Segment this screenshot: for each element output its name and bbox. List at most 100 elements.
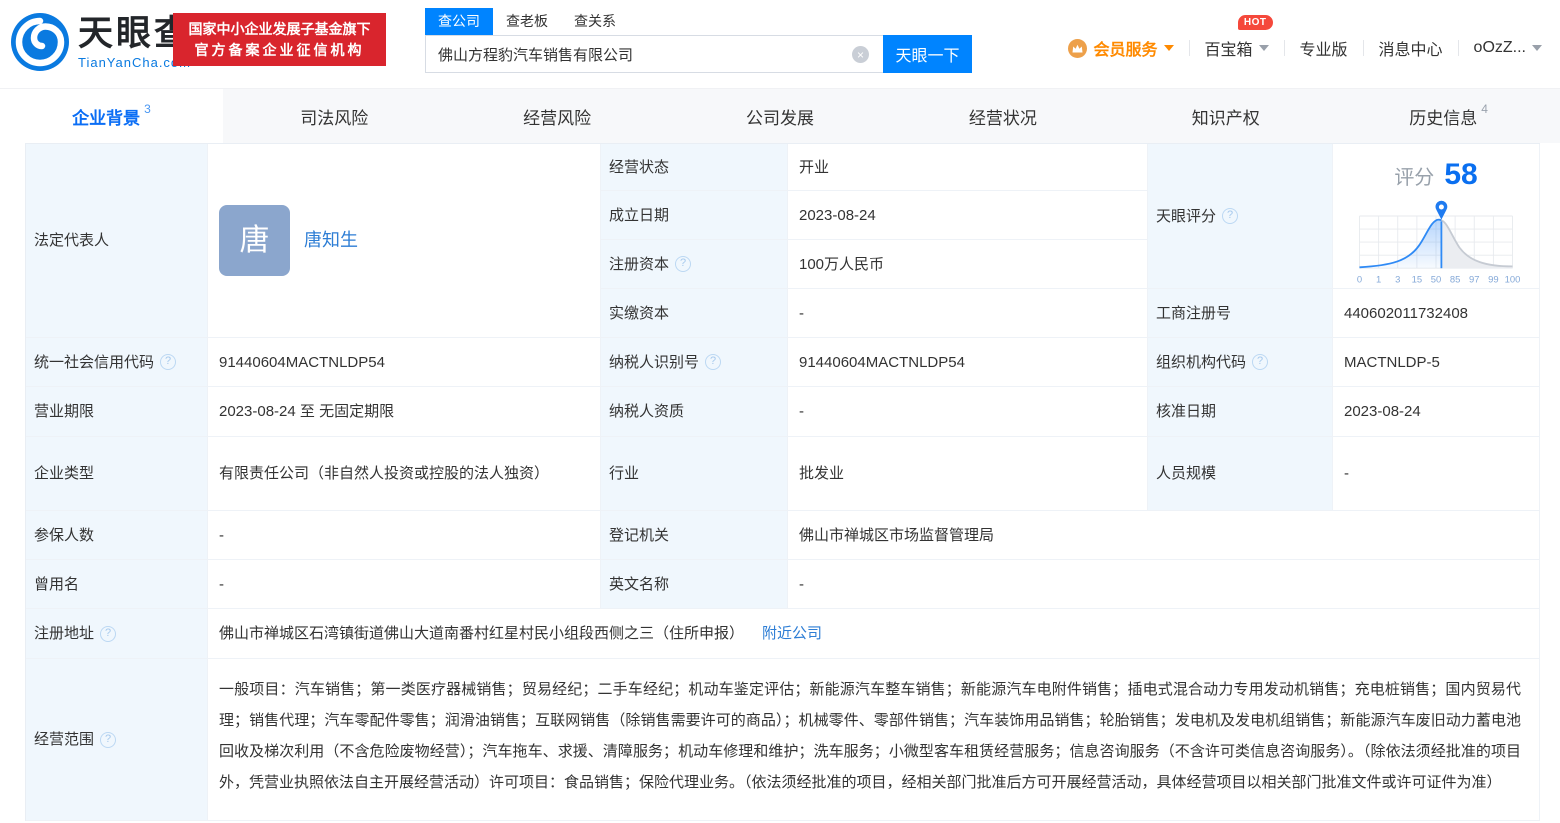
divider bbox=[1283, 40, 1285, 56]
label-company-type: 企业类型 bbox=[26, 437, 208, 511]
label-registration-number: 工商注册号 bbox=[1148, 289, 1333, 338]
value-business-term: 2023-08-24 至 无固定期限 bbox=[208, 387, 601, 437]
pro-label: 专业版 bbox=[1299, 42, 1348, 59]
label-registration-authority: 登记机关 bbox=[601, 511, 788, 560]
company-info-table: 法定代表人 唐 唐知生 经营状态 开业 成立日期 2023-08-24 注册资本… bbox=[25, 143, 1540, 821]
value-registered-capital: 100万人民币 bbox=[788, 240, 1148, 289]
value-establish-date: 2023-08-24 bbox=[788, 191, 1148, 240]
tab-history-info[interactable]: 历史信息 4 bbox=[1337, 89, 1560, 143]
username: oOzZ... bbox=[1473, 39, 1526, 56]
tab-company-background[interactable]: 企业背景 3 bbox=[0, 89, 223, 143]
tab-company-development[interactable]: 公司发展 bbox=[669, 89, 892, 143]
section-nav: 企业背景 3 司法风险 经营风险 公司发展 经营状况 知识产权 历史信息 4 bbox=[0, 88, 1560, 143]
value-insured-count: - bbox=[208, 511, 601, 560]
help-icon[interactable] bbox=[705, 354, 722, 370]
svg-text:15: 15 bbox=[1412, 275, 1423, 286]
chevron-down-icon bbox=[1532, 45, 1542, 51]
value-approval-date: 2023-08-24 bbox=[1333, 387, 1540, 437]
clear-search-icon[interactable]: × bbox=[852, 46, 869, 63]
label-business-scope: 经营范围 bbox=[26, 659, 208, 821]
vip-medal-icon bbox=[1068, 38, 1088, 58]
label-legal-representative: 法定代表人 bbox=[26, 144, 208, 338]
tab-operating-risk[interactable]: 经营风险 bbox=[446, 89, 669, 143]
value-legal-representative: 唐 唐知生 bbox=[208, 144, 601, 338]
tianyan-score-panel[interactable]: 评分 58 0 1 3 15 50 85 97 99 100 bbox=[1333, 144, 1540, 289]
nearby-companies-link[interactable]: 附近公司 bbox=[762, 623, 822, 644]
value-credit-code: 91440604MACTNLDP54 bbox=[208, 338, 601, 387]
svg-text:0: 0 bbox=[1357, 275, 1362, 286]
label-staff-size: 人员规模 bbox=[1148, 437, 1333, 511]
vip-label: 会员服务 bbox=[1093, 42, 1158, 59]
divider bbox=[1188, 40, 1190, 56]
help-icon[interactable] bbox=[1222, 208, 1239, 224]
user-account-menu[interactable]: oOzZ... bbox=[1474, 39, 1542, 57]
gov-badge-line2: 官方备案企业征信机构 bbox=[194, 41, 365, 58]
menu-toolbox[interactable]: HOT 百宝箱 bbox=[1204, 15, 1273, 60]
value-organization-code: MACTNLDP-5 bbox=[1333, 338, 1540, 387]
label-english-name: 英文名称 bbox=[601, 560, 788, 609]
hot-badge: HOT bbox=[1237, 15, 1273, 30]
value-english-name: - bbox=[788, 560, 1540, 609]
toolbox-label: 百宝箱 bbox=[1204, 42, 1253, 59]
label-organization-code: 组织机构代码 bbox=[1148, 338, 1333, 387]
score-distribution-chart: 0 1 3 15 50 85 97 99 100 bbox=[1357, 200, 1521, 286]
help-icon[interactable] bbox=[675, 256, 692, 272]
search-tab-relation[interactable]: 查关系 bbox=[561, 8, 629, 35]
chevron-down-icon bbox=[1258, 45, 1269, 51]
search-button[interactable]: 天眼一下 bbox=[883, 35, 972, 73]
menu-vip-services[interactable]: 会员服务 bbox=[1068, 36, 1174, 60]
value-former-name: - bbox=[208, 560, 601, 609]
value-registered-address: 佛山市禅城区石湾镇街道佛山大道南番村红星村民小组段西侧之三（住所申报） 附近公司 bbox=[208, 609, 1540, 659]
svg-text:100: 100 bbox=[1505, 275, 1521, 286]
menu-message-center[interactable]: 消息中心 bbox=[1379, 36, 1443, 60]
tab-intellectual-property[interactable]: 知识产权 bbox=[1114, 89, 1337, 143]
label-former-name: 曾用名 bbox=[26, 560, 208, 609]
label-credit-code: 统一社会信用代码 bbox=[26, 338, 208, 387]
tab-count: 3 bbox=[144, 102, 151, 116]
search-tab-company[interactable]: 查公司 bbox=[425, 8, 493, 35]
tianyancha-logo[interactable]: 天眼查 TianYanCha.com bbox=[10, 12, 192, 72]
divider bbox=[1362, 40, 1364, 56]
label-tianyan-score: 天眼评分 bbox=[1148, 144, 1333, 289]
search-tab-boss[interactable]: 查老板 bbox=[493, 8, 561, 35]
government-certification-badge: 国家中小企业发展子基金旗下 官方备案企业征信机构 bbox=[173, 13, 386, 66]
help-icon[interactable] bbox=[100, 625, 117, 642]
label-taxpayer-qualification: 纳税人资质 bbox=[601, 387, 788, 437]
search-input[interactable] bbox=[425, 35, 883, 73]
value-company-type: 有限责任公司（非自然人投资或控股的法人独资） bbox=[208, 437, 601, 511]
label-business-status: 经营状态 bbox=[601, 144, 788, 191]
tab-count: 4 bbox=[1481, 102, 1488, 116]
tab-judicial-risk[interactable]: 司法风险 bbox=[223, 89, 446, 143]
value-business-scope: 一般项目：汽车销售；第一类医疗器械销售；贸易经纪；二手车经纪；机动车鉴定评估；新… bbox=[208, 659, 1540, 821]
value-staff-size: - bbox=[1333, 437, 1540, 511]
label-registered-address: 注册地址 bbox=[26, 609, 208, 659]
divider bbox=[1457, 40, 1459, 56]
gov-badge-line1: 国家中小企业发展子基金旗下 bbox=[188, 20, 371, 37]
value-registration-authority: 佛山市禅城区市场监督管理局 bbox=[788, 511, 1540, 560]
svg-text:99: 99 bbox=[1488, 275, 1499, 286]
svg-text:1: 1 bbox=[1376, 275, 1381, 286]
label-registered-capital: 注册资本 bbox=[601, 240, 788, 289]
legal-representative-link[interactable]: 唐知生 bbox=[304, 228, 358, 253]
label-approval-date: 核准日期 bbox=[1148, 387, 1333, 437]
chevron-down-icon bbox=[1163, 45, 1174, 51]
score-axis-ticks: 0 1 3 15 50 85 97 99 100 bbox=[1357, 275, 1521, 286]
value-industry: 批发业 bbox=[788, 437, 1148, 511]
value-business-status: 开业 bbox=[788, 144, 1148, 191]
help-icon[interactable] bbox=[100, 731, 117, 748]
menu-pro-version[interactable]: 专业版 bbox=[1300, 36, 1348, 60]
search-tabs: 查公司 查老板 查关系 bbox=[425, 8, 972, 35]
help-icon[interactable] bbox=[160, 354, 177, 370]
label-establish-date: 成立日期 bbox=[601, 191, 788, 240]
value-taxpayer-qualification: - bbox=[788, 387, 1148, 437]
help-icon[interactable] bbox=[1252, 354, 1269, 370]
page-header: 天眼查 TianYanCha.com 国家中小企业发展子基金旗下 官方备案企业征… bbox=[0, 0, 1560, 88]
label-taxpayer-id: 纳税人识别号 bbox=[601, 338, 788, 387]
value-registration-number: 440602011732408 bbox=[1333, 289, 1540, 338]
avatar[interactable]: 唐 bbox=[219, 205, 290, 276]
value-paid-capital: - bbox=[788, 289, 1148, 338]
tab-operating-status[interactable]: 经营状况 bbox=[891, 89, 1114, 143]
top-menu: 会员服务 HOT 百宝箱 专业版 消息中心 oOzZ... bbox=[1068, 15, 1542, 60]
svg-text:3: 3 bbox=[1395, 275, 1400, 286]
label-industry: 行业 bbox=[601, 437, 788, 511]
